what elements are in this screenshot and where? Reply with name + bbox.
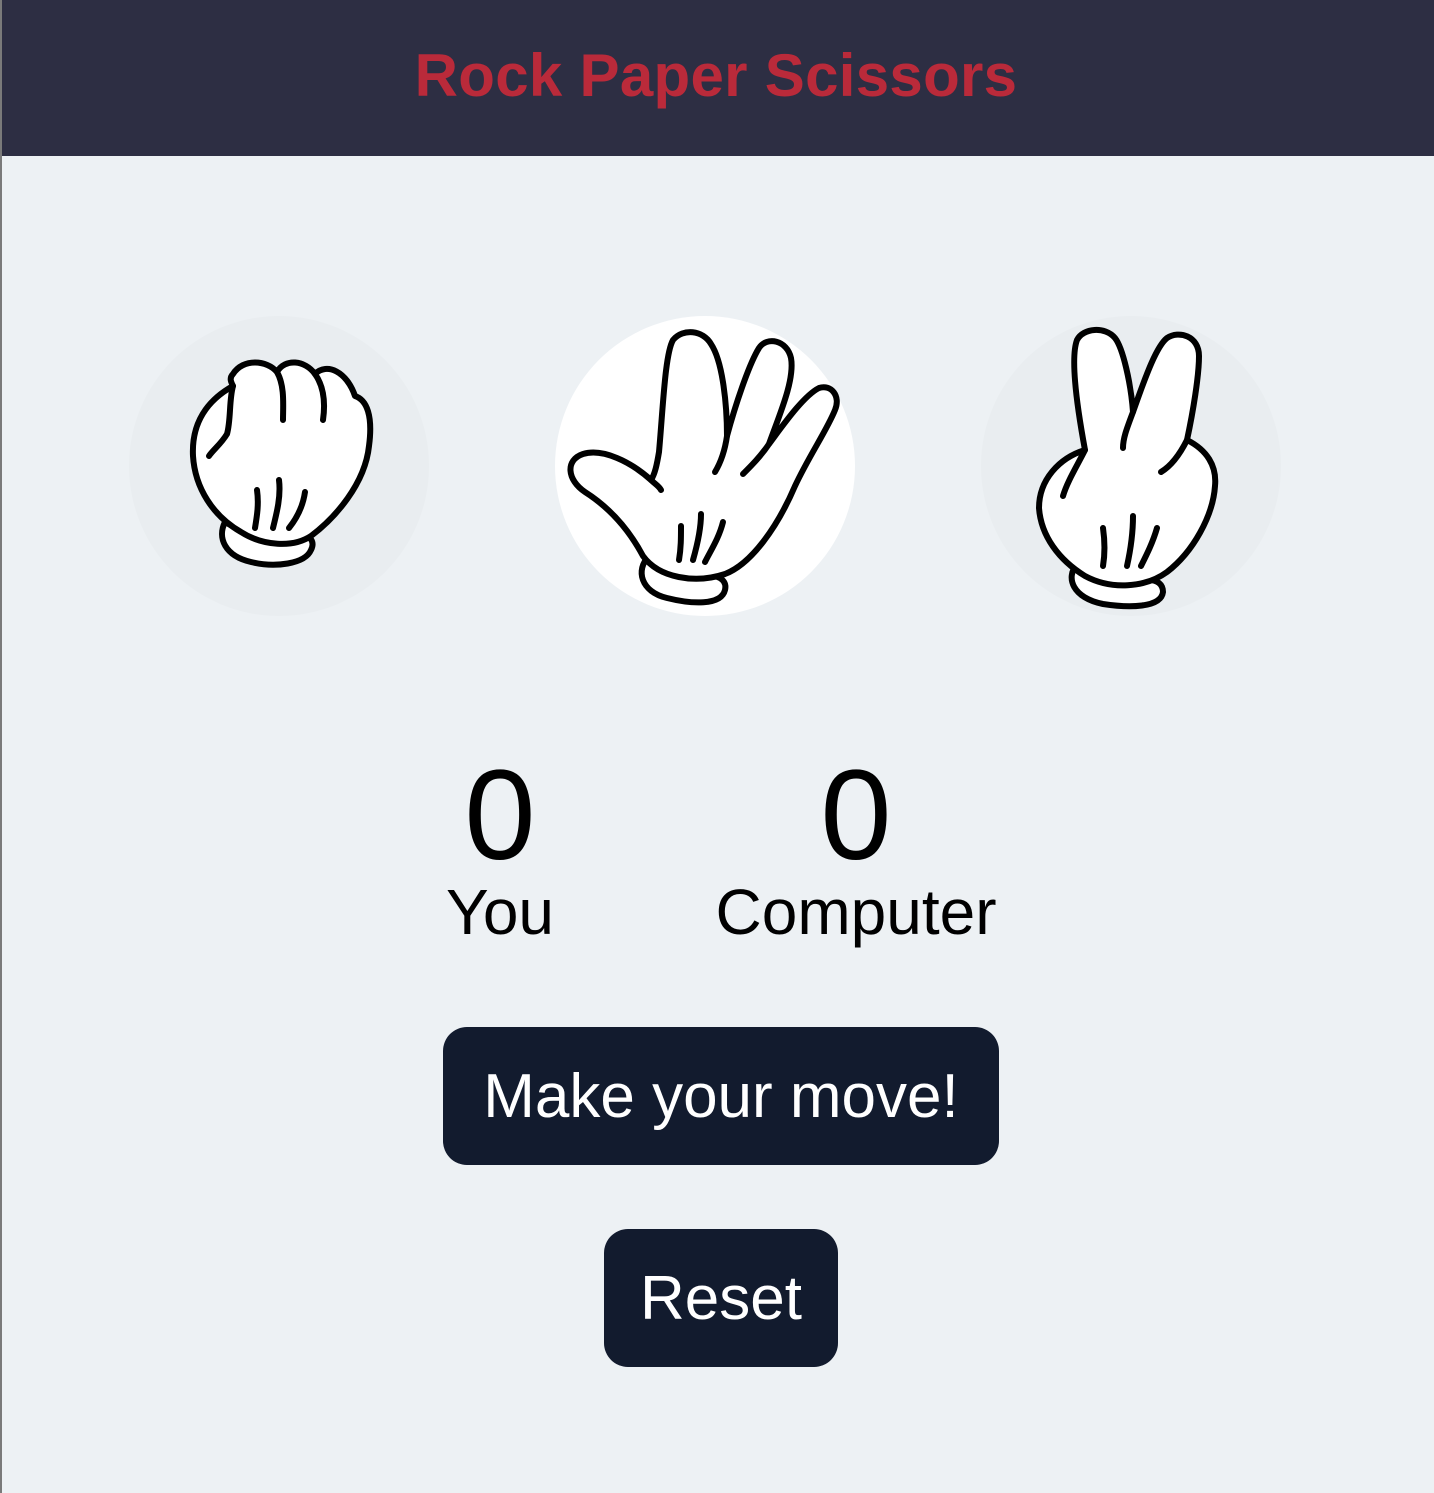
make-move-button[interactable]: Make your move! xyxy=(443,1027,999,1165)
rock-fist-glove-icon xyxy=(189,359,374,568)
paper-open-hand-glove-icon xyxy=(567,329,840,606)
choice-paper-button[interactable] xyxy=(555,316,855,616)
choice-rock-button[interactable] xyxy=(129,316,429,616)
choice-scissors-button[interactable] xyxy=(981,316,1281,616)
page-title: Rock Paper Scissors xyxy=(414,41,1018,109)
scissors-two-finger-glove-icon xyxy=(1036,327,1219,610)
computer-score-value: 0 xyxy=(820,744,892,887)
computer-score-label: Computer xyxy=(715,876,997,948)
player-score-value: 0 xyxy=(464,744,536,887)
reset-button[interactable]: Reset xyxy=(604,1229,838,1367)
score-computer: 0 Computer xyxy=(692,744,1020,948)
app-header: Rock Paper Scissors xyxy=(2,0,1434,156)
score-you: 0 You xyxy=(400,744,600,948)
player-score-label: You xyxy=(446,876,554,948)
